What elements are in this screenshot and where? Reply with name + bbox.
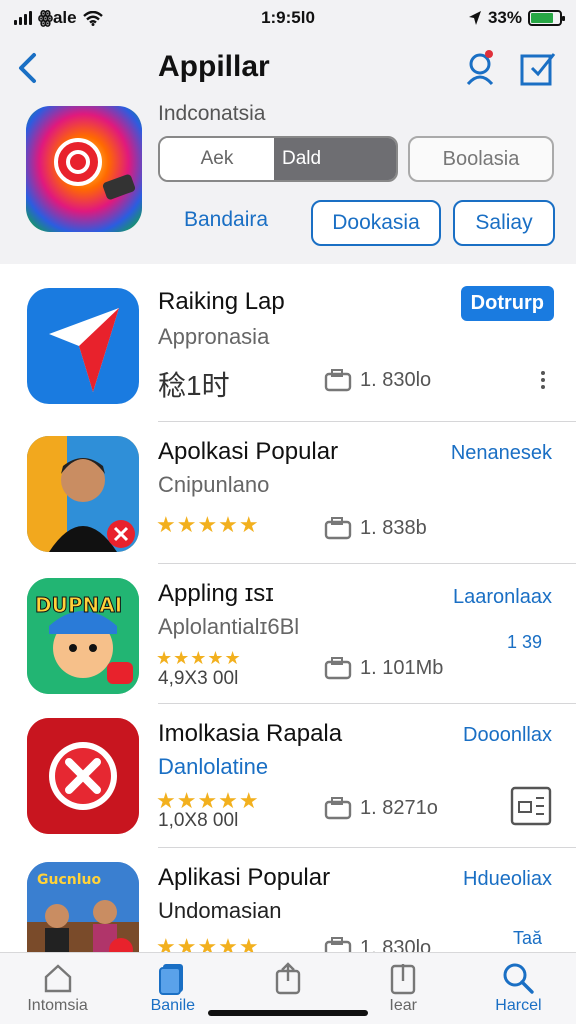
tab-search[interactable]: Harcel xyxy=(461,953,576,1024)
chip-bandaira[interactable]: Bandaira xyxy=(184,208,268,232)
share-icon xyxy=(275,962,301,995)
app-icon xyxy=(27,288,139,404)
get-button[interactable]: Nenanesek xyxy=(451,442,552,465)
compose-icon[interactable] xyxy=(518,48,558,88)
storage-icon xyxy=(324,797,352,820)
apps-icon xyxy=(158,964,183,995)
list-item[interactable]: Apolkasi Popular Cnipunlano ★★★★★ 1. 838… xyxy=(0,422,576,564)
app-icon xyxy=(27,436,139,552)
download-icon xyxy=(391,964,416,995)
app-subtitle: Cnipunlano xyxy=(158,472,270,497)
get-button[interactable]: Laaronlaax xyxy=(453,586,552,609)
app-subtitle: Danlolatine xyxy=(158,754,269,779)
status-right: 33% xyxy=(372,8,565,28)
clock: 1:9:5l0 xyxy=(261,8,315,27)
segmented-control[interactable]: Aek Dald xyxy=(158,136,398,182)
tab-label: Intomsia xyxy=(27,997,88,1014)
location-icon xyxy=(468,11,481,25)
app-caption: 稔1时 xyxy=(158,370,230,401)
tab-label: Banile xyxy=(150,997,196,1014)
battery-percent: 33% xyxy=(487,8,522,27)
app-header: Appillar Indconatsia Aek Dald Boolasia B… xyxy=(0,36,576,264)
rating-stars: ★★★★★ xyxy=(156,648,242,668)
app-subtitle: Aplolantialɪ6Bl xyxy=(158,614,300,639)
app-subtitle: Undomasian xyxy=(158,898,282,923)
portrait-app-artwork xyxy=(27,436,139,552)
segment-right[interactable]: Dald xyxy=(274,138,396,180)
list-item[interactable]: Raiking Lap Appronasia 稔1时 1. 830lo Dotr… xyxy=(0,264,576,422)
side-value: Taă xyxy=(512,928,542,948)
document-icon[interactable] xyxy=(510,786,552,826)
people-app-artwork: Gucnluo xyxy=(27,862,139,958)
more-icon[interactable] xyxy=(541,368,549,392)
page-title: Appillar xyxy=(158,50,270,83)
tab-label: Iear xyxy=(389,997,417,1014)
get-button[interactable]: Hdueoliax xyxy=(463,868,552,891)
tab-home[interactable]: Intomsia xyxy=(0,953,115,1024)
storage-icon xyxy=(324,517,352,540)
rating-count: 4,9X3 00l xyxy=(158,668,239,689)
tab-label: Harcel xyxy=(495,997,542,1014)
app-icon xyxy=(27,718,139,834)
svg-text:Gucnluo: Gucnluo xyxy=(37,872,101,888)
signal-icon xyxy=(14,11,32,25)
carrier-label: ꙮale xyxy=(38,8,77,27)
app-size-text: 1. 8271o xyxy=(360,796,438,819)
search-icon xyxy=(503,963,535,994)
app-name: Raiking Lap xyxy=(158,288,285,315)
status-bar: ꙮale 1:9:5l0 33% xyxy=(0,0,576,36)
app-name: Apolkasi Popular xyxy=(158,438,339,465)
battery-level xyxy=(531,13,554,23)
segment-left[interactable]: Aek xyxy=(160,138,274,180)
get-button[interactable]: Dotrurp xyxy=(460,286,554,321)
status-left: ꙮale xyxy=(14,8,204,28)
list-item[interactable]: Imolkasia Rapala Danlolatine ★★★★★ 1,0X8… xyxy=(0,704,576,848)
app-size-text: 1. 838b xyxy=(360,516,427,539)
featured-app-icon[interactable] xyxy=(26,106,142,232)
featured-app-artwork xyxy=(26,106,142,232)
home-indicator xyxy=(208,1010,368,1016)
close-circle-icon xyxy=(27,718,139,834)
app-name: Imolkasia Rapala xyxy=(158,720,343,747)
navigation-arrow-icon xyxy=(49,308,119,392)
app-subtitle: Appronasia xyxy=(158,324,270,349)
app-icon: DUPNAI xyxy=(27,578,139,694)
app-size-text: 1. 830lo xyxy=(360,368,432,391)
app-size: 1. 101Mb xyxy=(324,656,443,680)
secondary-button[interactable]: Boolasia xyxy=(408,136,554,182)
cartoon-app-artwork: DUPNAI xyxy=(27,578,139,694)
side-value: 1 39 xyxy=(506,632,542,652)
svg-text:DUPNAI: DUPNAI xyxy=(35,593,122,617)
rating-stars: ★★★★★ xyxy=(156,512,260,537)
app-name: Aplikasi Popular xyxy=(158,864,331,891)
get-button[interactable]: Dooonllax xyxy=(463,724,552,747)
app-name: Appling ɪsɪ xyxy=(158,580,274,607)
back-chevron-icon[interactable] xyxy=(12,50,42,86)
chip-saliay[interactable]: Saliay xyxy=(453,200,555,246)
rating-count: 1,0X8 00l xyxy=(158,810,239,831)
storage-icon xyxy=(324,657,352,680)
list-item[interactable]: Gucnluo Aplikasi Popular Undomasian ★★★★… xyxy=(0,848,576,960)
chip-dookasia[interactable]: Dookasia xyxy=(311,200,441,246)
app-size: 1. 830lo xyxy=(324,368,431,392)
app-size-text: 1. 101Mb xyxy=(360,656,444,679)
app-icon: Gucnluo xyxy=(27,862,139,958)
list-item[interactable]: DUPNAI Appling ɪsɪ Aplolantialɪ6Bl ★★★★★… xyxy=(0,564,576,704)
region-label: Indconatsia xyxy=(158,102,266,125)
app-size: 1. 8271o xyxy=(324,796,438,820)
home-icon xyxy=(44,964,71,993)
app-size: 1. 838b xyxy=(324,516,427,540)
battery-icon xyxy=(528,10,565,26)
notification-icon[interactable] xyxy=(462,48,498,88)
wifi-icon xyxy=(82,10,103,26)
storage-icon xyxy=(324,369,352,392)
